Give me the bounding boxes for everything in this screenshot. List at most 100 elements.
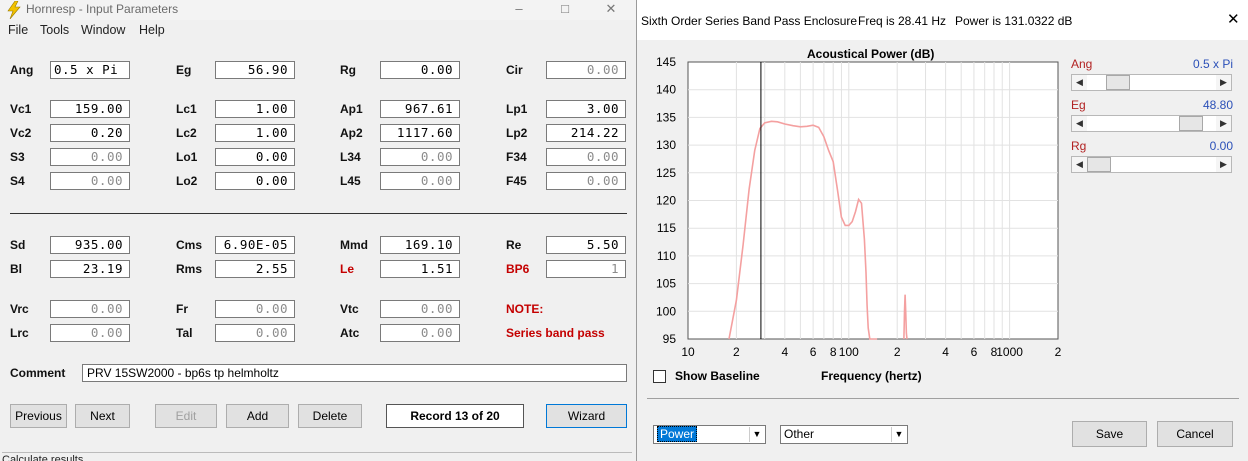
param-label-atc: Atc	[340, 326, 360, 340]
param-field-lp2[interactable]: 214.22	[546, 124, 626, 142]
slider-thumb[interactable]	[1087, 157, 1111, 172]
delete-button[interactable]: Delete	[298, 404, 362, 428]
comment-label: Comment	[10, 366, 66, 380]
menu-bar: File Tools Window Help	[0, 21, 639, 40]
param-field-vrc[interactable]: 0.00	[50, 300, 130, 318]
menu-tools[interactable]: Tools	[40, 23, 69, 37]
band-pass-chart-window: Sixth Order Series Band Pass Enclosure F…	[636, 0, 1248, 461]
x-tick-label: 4	[942, 345, 949, 359]
param-field-lc1[interactable]: 1.00	[215, 100, 295, 118]
y-tick-label: 140	[656, 83, 676, 97]
param-label-lo1: Lo1	[176, 150, 198, 164]
param-label-le: Le	[340, 262, 355, 276]
param-field-lo2[interactable]: 0.00	[215, 172, 295, 190]
param-field-l45[interactable]: 0.00	[380, 172, 460, 190]
param-label-re: Re	[506, 238, 522, 252]
param-field-le[interactable]: 1.51	[380, 260, 460, 278]
param-field-rg[interactable]: 0.00	[380, 61, 460, 79]
param-label-cir: Cir	[506, 63, 523, 77]
param-label-bp6: BP6	[506, 262, 530, 276]
minimize-button[interactable]: –	[496, 0, 542, 20]
slider-rg[interactable]: ◀ ▶	[1071, 156, 1232, 173]
menu-file[interactable]: File	[8, 23, 28, 37]
param-field-bl[interactable]: 23.19	[50, 260, 130, 278]
input-parameters-window: Hornresp - Input Parameters – □ ✕ File T…	[0, 0, 640, 461]
param-field-lrc[interactable]: 0.00	[50, 324, 130, 342]
comment-field[interactable]: PRV 15SW2000 - bp6s tp helmholtz	[82, 364, 627, 382]
save-button[interactable]: Save	[1072, 421, 1147, 447]
previous-button[interactable]: Previous	[10, 404, 67, 428]
param-field-vc2[interactable]: 0.20	[50, 124, 130, 142]
param-field-ap2[interactable]: 1117.60	[380, 124, 460, 142]
y-tick-label: 135	[656, 110, 676, 124]
menu-help[interactable]: Help	[139, 23, 165, 37]
param-field-bp6[interactable]: 1	[546, 260, 626, 278]
menu-window[interactable]: Window	[81, 23, 125, 37]
slider-left-arrow-icon[interactable]: ◀	[1072, 157, 1087, 172]
param-label-s3: S3	[10, 150, 25, 164]
param-field-s4[interactable]: 0.00	[50, 172, 130, 190]
param-field-eg[interactable]: 56.90	[215, 61, 295, 79]
show-baseline-checkbox[interactable]	[653, 370, 666, 383]
cancel-button[interactable]: Cancel	[1157, 421, 1233, 447]
param-label-l34: L34	[340, 150, 361, 164]
param-field-fr[interactable]: 0.00	[215, 300, 295, 318]
x-tick-label: 6	[810, 345, 817, 359]
slider-thumb[interactable]	[1179, 116, 1204, 131]
param-label-ap1: Ap1	[340, 102, 363, 116]
y-tick-label: 130	[656, 138, 676, 152]
y-tick-label: 125	[656, 166, 676, 180]
plot-type-select[interactable]: Power ▼	[653, 425, 766, 444]
param-label-rms: Rms	[176, 262, 203, 276]
param-field-lp1[interactable]: 3.00	[546, 100, 626, 118]
param-field-l34[interactable]: 0.00	[380, 148, 460, 166]
x-tick-label: 6	[971, 345, 978, 359]
param-field-s3[interactable]: 0.00	[50, 148, 130, 166]
slider-ang[interactable]: ◀ ▶	[1071, 74, 1232, 91]
close-button[interactable]: ✕	[588, 0, 634, 20]
next-button[interactable]: Next	[75, 404, 130, 428]
param-field-f34[interactable]: 0.00	[546, 148, 626, 166]
param-field-vtc[interactable]: 0.00	[380, 300, 460, 318]
slider-left-arrow-icon[interactable]: ◀	[1072, 75, 1087, 90]
param-label-lo2: Lo2	[176, 174, 198, 188]
param-field-vc1[interactable]: 159.00	[50, 100, 130, 118]
param-label-note: NOTE:	[506, 302, 544, 316]
param-field-ang[interactable]: 0.5 x Pi	[50, 61, 130, 79]
y-tick-label: 115	[657, 221, 676, 235]
status-bar: Calculate results	[2, 452, 632, 461]
maximize-button[interactable]: □	[542, 0, 588, 20]
other-select[interactable]: Other ▼	[780, 425, 908, 444]
slider-right-arrow-icon[interactable]: ▶	[1216, 157, 1231, 172]
slider-right-arrow-icon[interactable]: ▶	[1216, 75, 1231, 90]
param-label-tal: Tal	[176, 326, 193, 340]
x-tick-label: 2	[1055, 345, 1062, 359]
param-field-ap1[interactable]: 967.61	[380, 100, 460, 118]
slider-eg[interactable]: ◀ ▶	[1071, 115, 1232, 132]
param-label-rg: Rg	[340, 63, 356, 77]
slider-left-arrow-icon[interactable]: ◀	[1072, 116, 1087, 131]
param-field-f45[interactable]: 0.00	[546, 172, 626, 190]
x-tick-label: 4	[781, 345, 788, 359]
slider-label-eg: Eg	[1071, 98, 1086, 112]
param-field-cms[interactable]: 6.90E-05	[215, 236, 295, 254]
wizard-button[interactable]: Wizard	[546, 404, 627, 428]
edit-button[interactable]: Edit	[155, 404, 217, 428]
param-field-lc2[interactable]: 1.00	[215, 124, 295, 142]
param-label-f34: F34	[506, 150, 527, 164]
param-field-mmd[interactable]: 169.10	[380, 236, 460, 254]
param-label-mmd: Mmd	[340, 238, 368, 252]
param-field-cir[interactable]: 0.00	[546, 61, 626, 79]
chevron-down-icon: ▼	[749, 427, 764, 442]
add-button[interactable]: Add	[226, 404, 289, 428]
param-label-bl: Bl	[10, 262, 22, 276]
param-field-rms[interactable]: 2.55	[215, 260, 295, 278]
param-field-re[interactable]: 5.50	[546, 236, 626, 254]
param-field-tal[interactable]: 0.00	[215, 324, 295, 342]
param-field-sd[interactable]: 935.00	[50, 236, 130, 254]
param-field-atc[interactable]: 0.00	[380, 324, 460, 342]
param-field-lo1[interactable]: 0.00	[215, 148, 295, 166]
slider-right-arrow-icon[interactable]: ▶	[1216, 116, 1231, 131]
slider-thumb[interactable]	[1105, 75, 1130, 90]
param-label-lp2: Lp2	[506, 126, 528, 140]
